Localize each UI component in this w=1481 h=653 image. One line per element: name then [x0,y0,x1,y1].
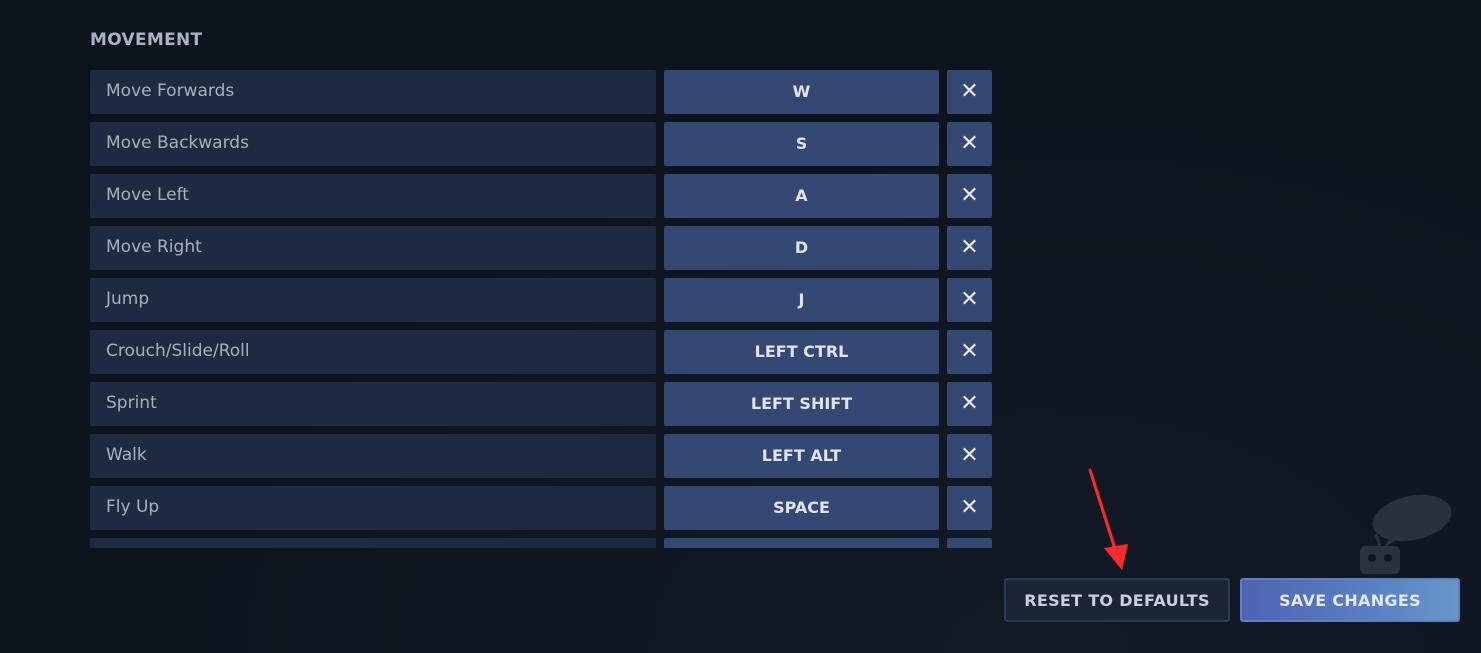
keybind-row: Jump J ✕ [90,278,992,322]
close-icon[interactable]: ✕ [947,330,992,374]
key-binding-button[interactable]: W [664,70,939,114]
keybind-row: Move Right D ✕ [90,226,992,270]
save-changes-button[interactable]: SAVE CHANGES [1240,578,1460,622]
action-label [90,538,656,548]
action-label: Move Left [90,174,656,218]
key-binding-button[interactable]: LEFT CTRL [664,330,939,374]
key-binding-button[interactable]: SPACE [664,486,939,530]
close-icon[interactable]: ✕ [947,122,992,166]
keybind-list[interactable]: Move Forwards W ✕ Move Backwards S ✕ Mov… [90,70,1010,548]
key-binding-button[interactable]: J [664,278,939,322]
close-icon[interactable]: ✕ [947,538,992,548]
keybind-row: Sprint LEFT SHIFT ✕ [90,382,992,426]
action-label: Sprint [90,382,656,426]
keybind-row: Move Forwards W ✕ [90,70,992,114]
keybind-row: ✕ [90,538,992,548]
keybind-row: Move Left A ✕ [90,174,992,218]
keybind-row: Move Backwards S ✕ [90,122,992,166]
action-label: Walk [90,434,656,478]
action-label: Move Backwards [90,122,656,166]
section-title: MOVEMENT [90,30,203,50]
key-binding-button[interactable]: A [664,174,939,218]
close-icon[interactable]: ✕ [947,174,992,218]
close-icon[interactable]: ✕ [947,70,992,114]
bug-report-mascot-icon[interactable] [1340,490,1460,580]
key-binding-button[interactable]: S [664,122,939,166]
action-label: Move Forwards [90,70,656,114]
keybind-row: Crouch/Slide/Roll LEFT CTRL ✕ [90,330,992,374]
reset-to-defaults-button[interactable]: RESET TO DEFAULTS [1004,578,1230,622]
keybind-row: Fly Up SPACE ✕ [90,486,992,530]
close-icon[interactable]: ✕ [947,278,992,322]
keybind-settings-page: MOVEMENT Move Forwards W ✕ Move Backward… [0,0,1481,653]
action-label: Fly Up [90,486,656,530]
red-arrow-icon [1088,468,1128,570]
close-icon[interactable]: ✕ [947,486,992,530]
close-icon[interactable]: ✕ [947,382,992,426]
action-label: Move Right [90,226,656,270]
close-icon[interactable]: ✕ [947,226,992,270]
key-binding-button[interactable]: D [664,226,939,270]
key-binding-button[interactable] [664,538,939,548]
key-binding-button[interactable]: LEFT ALT [664,434,939,478]
key-binding-button[interactable]: LEFT SHIFT [664,382,939,426]
keybind-row: Walk LEFT ALT ✕ [90,434,992,478]
action-label: Jump [90,278,656,322]
action-label: Crouch/Slide/Roll [90,330,656,374]
close-icon[interactable]: ✕ [947,434,992,478]
